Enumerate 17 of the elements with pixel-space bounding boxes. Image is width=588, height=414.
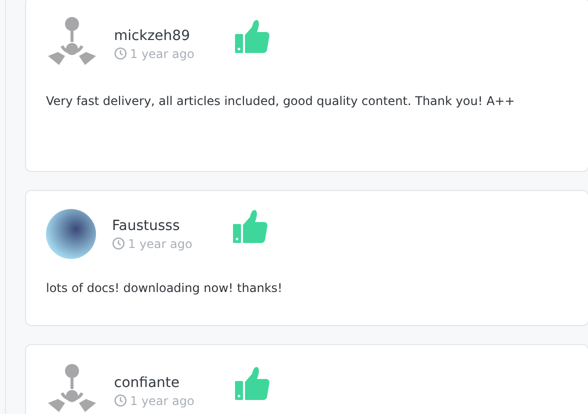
author-name: confiante	[114, 374, 181, 390]
thumbs-up-icon	[234, 366, 270, 402]
thumbs-up-icon	[232, 209, 268, 245]
author-name: Faustusss	[112, 218, 181, 234]
review-text: lots of docs! downloading now! thanks!	[46, 281, 284, 295]
default-avatar-icon	[46, 16, 98, 68]
default-avatar-icon	[46, 363, 98, 414]
clock-icon	[112, 237, 125, 250]
review-text: Very fast delivery, all articles included, good quality content. Thank you! A++	[46, 94, 516, 108]
review-time: 1 year ago	[112, 236, 216, 250]
review-time: 1 year ago	[114, 46, 218, 60]
clock-icon	[114, 47, 127, 60]
thumbs-up-icon	[234, 19, 270, 55]
author-name: mickzeh89	[114, 28, 191, 44]
review-time: 1 year ago	[114, 394, 218, 408]
clock-icon	[114, 394, 127, 407]
avatar-photo	[46, 209, 96, 259]
